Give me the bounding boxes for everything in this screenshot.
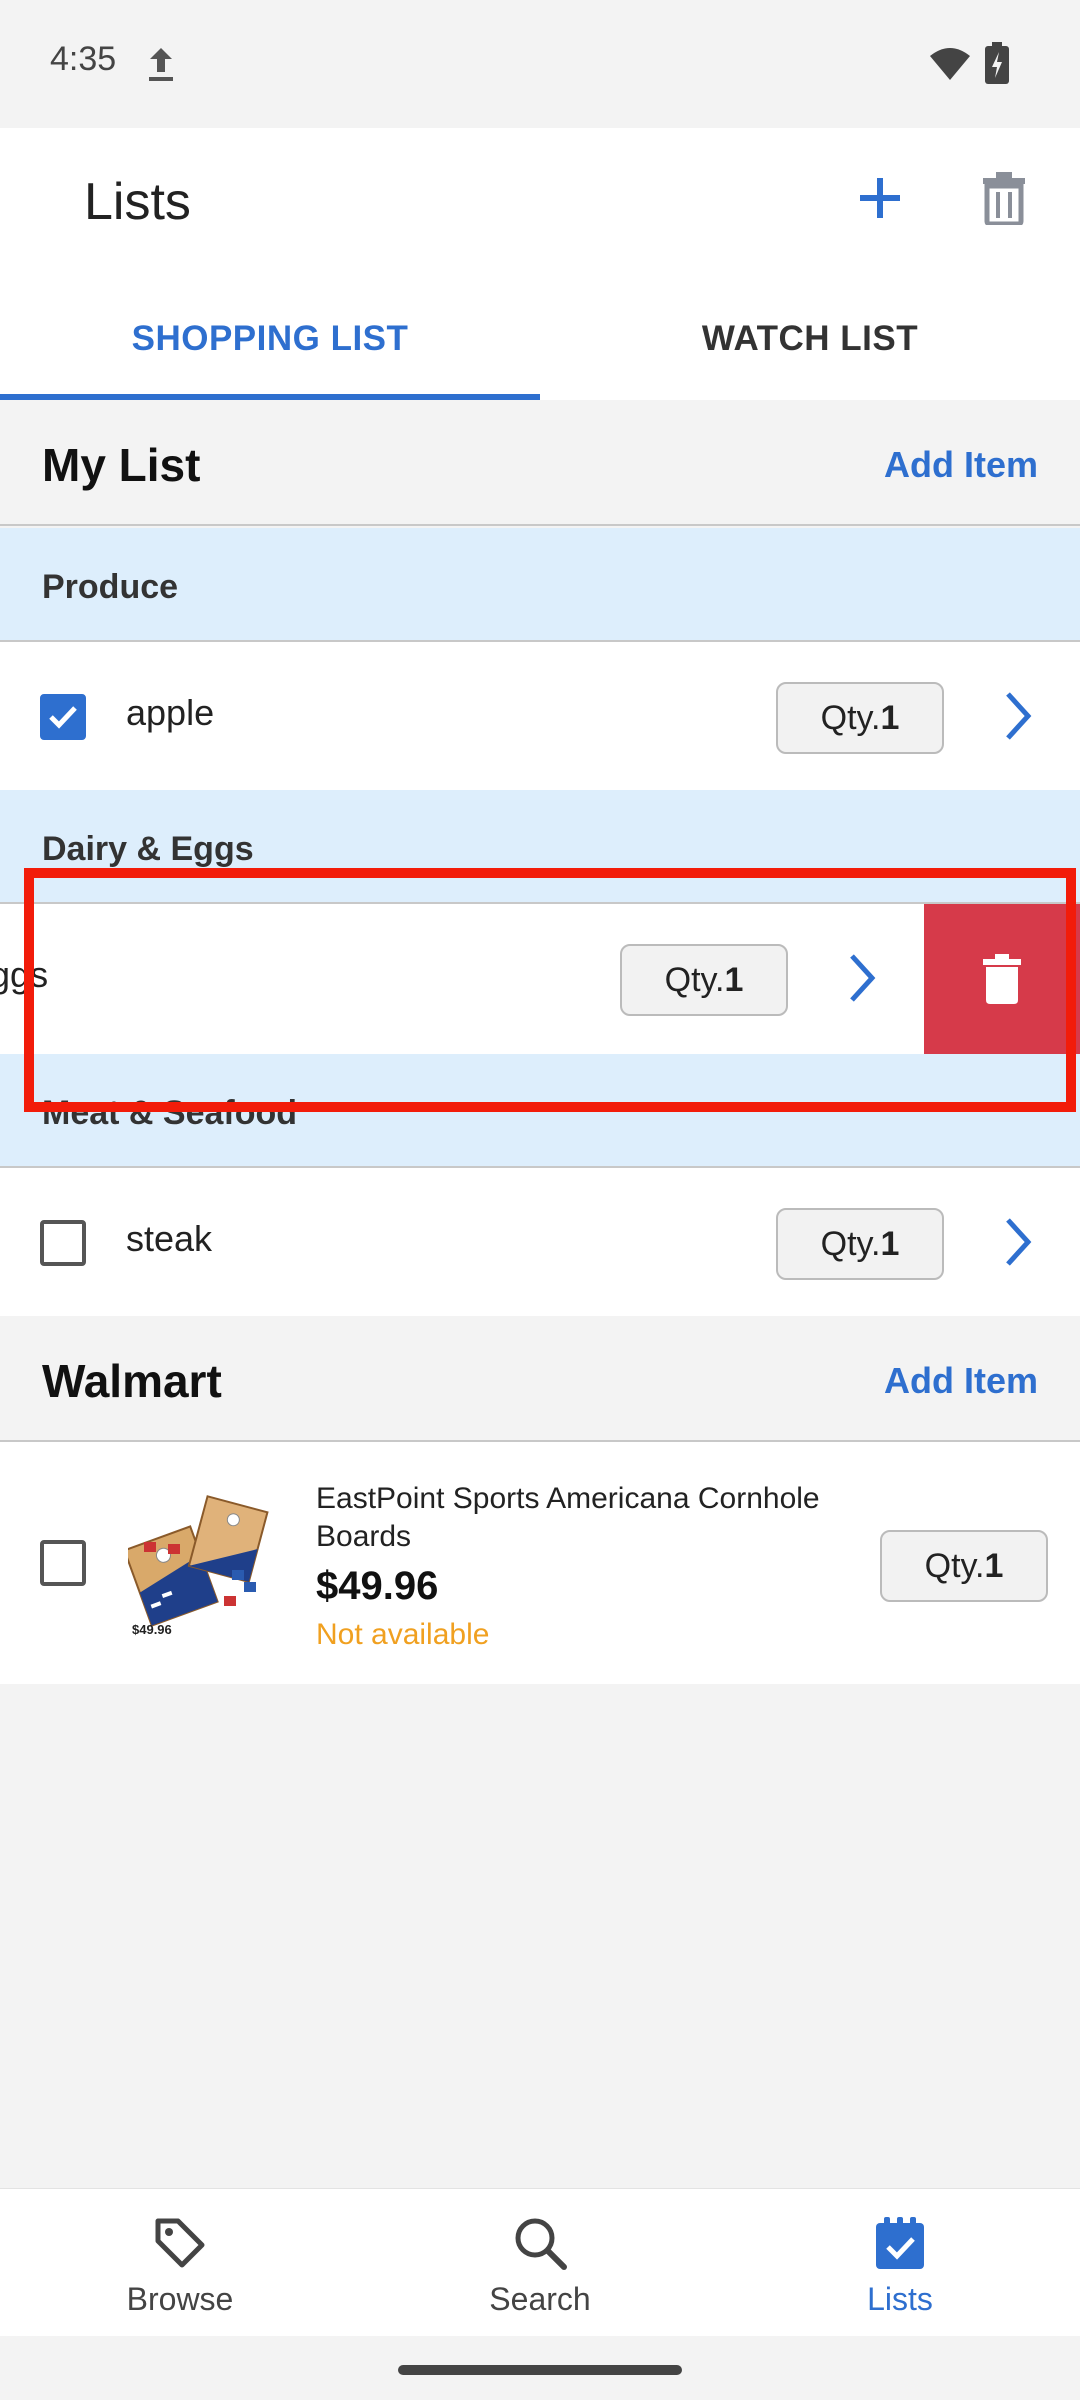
- checklist-icon: [876, 2217, 924, 2269]
- battery-icon: [984, 42, 1010, 91]
- availability-status: Not available: [316, 1618, 490, 1651]
- bottom-nav: Browse Search Lists: [0, 2188, 1080, 2336]
- tab-shopping-list[interactable]: SHOPPING LIST: [0, 278, 540, 400]
- highlight-box: [24, 868, 1076, 1112]
- product-image: $49.96: [123, 1486, 278, 1637]
- qty-prefix: Qty.: [924, 1546, 985, 1585]
- wifi-icon: [928, 46, 972, 87]
- status-time: 4:35: [50, 40, 117, 78]
- gesture-bar: [398, 2365, 682, 2375]
- qty-value: 1: [880, 698, 900, 737]
- thumb-price: $49.96: [132, 1622, 172, 1636]
- qty-prefix: Qty.: [820, 698, 881, 737]
- search-icon: [515, 2218, 567, 2270]
- tab-bar: SHOPPING LIST WATCH LIST: [0, 278, 1080, 400]
- item-name: apple: [126, 692, 215, 733]
- add-item-button[interactable]: Add Item: [884, 1360, 1038, 1402]
- list-item[interactable]: steak Qty. 1: [0, 1168, 1080, 1316]
- tab-watch-list[interactable]: WATCH LIST: [540, 278, 1080, 400]
- list-header-walmart: Walmart Add Item: [0, 1316, 1080, 1442]
- qty-button[interactable]: Qty. 1: [880, 1530, 1048, 1602]
- qty-button[interactable]: Qty. 1: [776, 682, 944, 754]
- check-icon: [49, 706, 77, 729]
- qty-prefix: Qty.: [820, 1224, 881, 1263]
- product-row[interactable]: $49.96 EastPoint Sports Americana Cornho…: [0, 1442, 1080, 1684]
- page-title: Lists: [84, 173, 191, 231]
- list-header-my-list: My List Add Item: [0, 400, 1080, 526]
- item-checkbox[interactable]: [40, 1540, 86, 1586]
- plus-icon: [860, 178, 900, 218]
- nav-browse[interactable]: Browse: [0, 2189, 360, 2337]
- nav-lists[interactable]: Lists: [720, 2189, 1080, 2337]
- qty-value: 1: [880, 1224, 900, 1263]
- qty-button[interactable]: Qty. 1: [776, 1208, 944, 1280]
- section-label: Dairy & Eggs: [42, 830, 254, 868]
- list-name: Walmart: [42, 1355, 222, 1407]
- section-label: Produce: [42, 568, 179, 606]
- qty-value: 1: [984, 1546, 1004, 1585]
- delete-list-button[interactable]: [972, 166, 1036, 230]
- nav-label: Search: [489, 2281, 591, 2317]
- nav-search[interactable]: Search: [360, 2189, 720, 2337]
- chevron-right-icon[interactable]: [998, 1214, 1038, 1270]
- status-bar: 4:35: [0, 0, 1080, 128]
- section-header-produce: Produce: [0, 528, 1080, 642]
- item-checkbox[interactable]: [40, 1220, 86, 1266]
- app-bar: Lists: [0, 128, 1080, 278]
- tag-icon: [155, 2218, 205, 2268]
- upload-icon: [144, 44, 178, 89]
- add-item-button[interactable]: Add Item: [884, 444, 1038, 486]
- product-price: $49.96: [316, 1564, 439, 1608]
- chevron-right-icon[interactable]: [998, 688, 1038, 744]
- item-checkbox[interactable]: [40, 694, 86, 740]
- nav-label: Lists: [867, 2281, 933, 2317]
- list-item[interactable]: apple Qty. 1: [0, 642, 1080, 790]
- add-list-button[interactable]: [848, 166, 912, 230]
- product-title: EastPoint Sports Americana Cornhole Boar…: [316, 1482, 820, 1553]
- item-name: steak: [126, 1218, 213, 1259]
- list-name: My List: [42, 439, 201, 491]
- trash-icon: [983, 172, 1025, 225]
- nav-label: Browse: [126, 2281, 234, 2317]
